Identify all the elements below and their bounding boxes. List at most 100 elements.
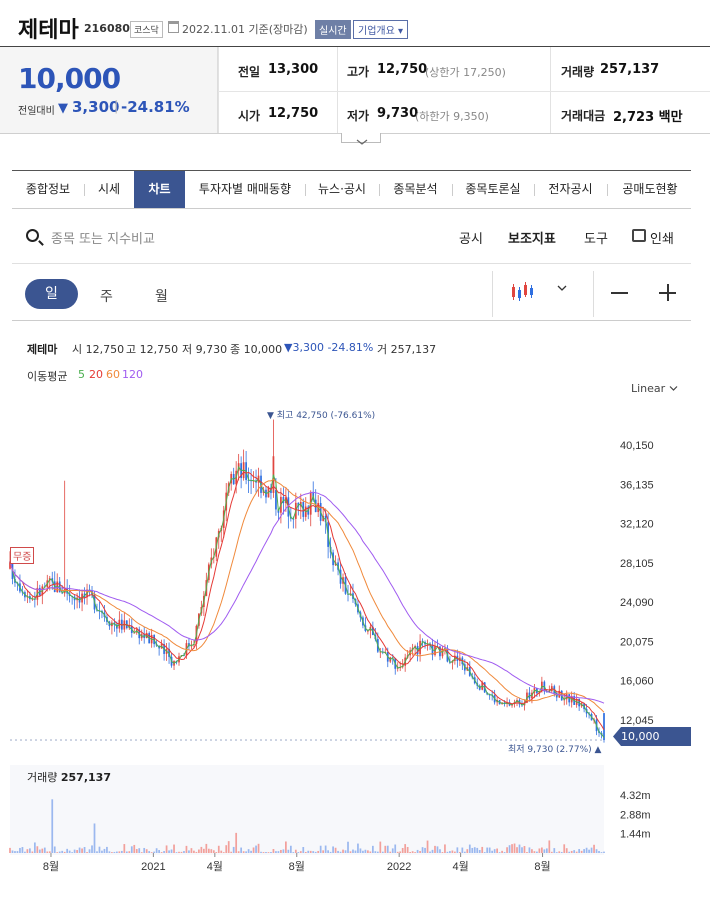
tab-short-selling[interactable]: 공매도현황	[608, 171, 692, 208]
realtime-button[interactable]: 실시간	[315, 20, 351, 39]
volume-bar	[327, 850, 329, 853]
volume-bar	[471, 847, 474, 853]
expand-button[interactable]	[341, 133, 381, 145]
volume-bar	[143, 847, 146, 853]
ohlc-change: ▼3,300 -24.81%	[284, 341, 374, 354]
chevron-down-icon[interactable]	[557, 284, 567, 292]
volume-bar	[575, 851, 578, 853]
print-icon[interactable]	[632, 229, 646, 242]
volume-bar	[68, 850, 71, 853]
volume-bar	[270, 852, 272, 853]
volume-bar	[449, 851, 451, 853]
price-chart[interactable]: 40,150 36,135 32,120 28,105 24,090 20,075 16,0…	[0, 395, 710, 875]
volume-bar	[299, 851, 302, 853]
volume-bar	[123, 844, 126, 853]
tools-button[interactable]: 도구	[584, 228, 608, 247]
volume-bar	[461, 847, 464, 853]
volume-bar	[280, 849, 282, 853]
volume-bar	[357, 843, 359, 853]
x-tick-label: 8월	[43, 860, 59, 873]
volume-bar	[138, 848, 141, 853]
volume-bar	[364, 849, 367, 853]
volume-bar	[252, 847, 255, 853]
ma60-label[interactable]: 60	[106, 368, 120, 381]
print-button[interactable]: 인쇄	[650, 228, 674, 247]
tab-chart[interactable]: 차트	[134, 171, 185, 208]
period-week-button[interactable]: 주	[100, 286, 113, 306]
x-tick-label: 4월	[452, 860, 468, 873]
disclosure-button[interactable]: 공시	[459, 228, 483, 247]
volume-bar	[31, 851, 34, 853]
moving-average-label: 이동평균	[27, 370, 68, 383]
stat-divider	[218, 47, 219, 133]
tab-disclosure[interactable]: 전자공시	[535, 171, 606, 208]
x-tick-label: 8월	[289, 860, 305, 873]
y-tick-label: 36,135	[620, 479, 654, 491]
volume-bar	[21, 847, 24, 853]
volume-bar	[173, 844, 175, 853]
volume-bar	[588, 849, 590, 853]
volume-bar	[175, 852, 178, 853]
tab-discussion[interactable]: 종목토론실	[453, 171, 533, 208]
ohlc-close: 종 10,000	[230, 343, 283, 356]
stat-row-divider	[218, 91, 710, 92]
ma20-label[interactable]: 20	[89, 368, 103, 381]
volume-bar	[14, 851, 16, 853]
volume-y-tick-label: 4.32m	[620, 790, 651, 802]
search-icon[interactable]	[26, 229, 39, 242]
volume-bar	[531, 849, 533, 853]
volume-bar	[145, 849, 148, 853]
tab-investor-trends[interactable]: 투자자별 매매동향	[186, 171, 304, 208]
stat-divider	[550, 47, 551, 133]
volume-bar	[595, 849, 598, 853]
zoom-in-icon-vertical[interactable]	[667, 284, 669, 301]
volume-bar	[478, 849, 481, 853]
volume-bar	[486, 847, 489, 853]
volume-bar	[404, 844, 407, 853]
tab-news[interactable]: 뉴스·공시	[306, 171, 378, 208]
volume-bar	[19, 847, 21, 853]
volume-bar	[401, 847, 404, 853]
volume-bar	[133, 844, 136, 853]
ma5-label[interactable]: 5	[78, 368, 85, 381]
volume-bar	[473, 847, 476, 853]
volume-bar	[292, 852, 295, 853]
volume-bar	[590, 847, 593, 853]
period-day-button[interactable]: 일	[25, 279, 78, 309]
volume-bar	[416, 849, 419, 853]
zoom-out-icon[interactable]	[611, 292, 628, 294]
volume-bar	[593, 844, 595, 853]
volume-bar	[148, 851, 151, 853]
company-overview-button[interactable]: 기업개요 ▾	[353, 20, 408, 39]
volume-bar	[458, 851, 461, 853]
volume-bar	[444, 844, 446, 853]
volume-bar	[446, 851, 449, 853]
tab-analysis[interactable]: 종목분석	[380, 171, 451, 208]
compare-search-input[interactable]: 종목 또는 지수비교	[51, 228, 155, 247]
volume-bar	[56, 852, 59, 853]
volume-bar	[91, 845, 93, 853]
volume-bar	[267, 852, 270, 853]
volume-bar	[518, 844, 521, 853]
calendar-icon	[168, 21, 179, 33]
volume-bar	[220, 850, 223, 853]
volume-bar	[198, 849, 200, 853]
trade-amount-value: 2,723 백만	[613, 110, 683, 125]
volume-bar	[536, 851, 538, 853]
volume-bar	[349, 851, 352, 853]
candlestick-icon[interactable]	[511, 282, 535, 302]
volume-bar	[275, 851, 277, 853]
volume-bar	[533, 851, 536, 853]
ohlc-open: 시 12,750	[72, 343, 125, 356]
ma120-label[interactable]: 120	[122, 368, 143, 381]
scale-selector[interactable]: Linear	[631, 382, 678, 395]
volume-bar	[513, 843, 516, 853]
indicator-button[interactable]: 보조지표	[508, 228, 556, 247]
volume-bar	[116, 851, 118, 853]
volume-bar	[506, 847, 508, 853]
volume-bar	[376, 851, 379, 853]
period-month-button[interactable]: 월	[155, 286, 168, 306]
tab-overview[interactable]: 종합정보	[12, 171, 84, 208]
volume-bar	[583, 849, 585, 853]
tab-quotes[interactable]: 시세	[85, 171, 133, 208]
